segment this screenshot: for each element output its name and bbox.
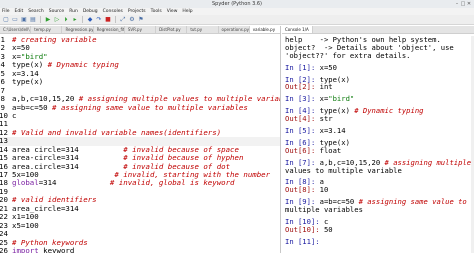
code-line[interactable]: 9 a=b=c=50 # assigning same value to mult…: [0, 102, 280, 112]
code-text: # Valid and invalid variable names(ident…: [12, 127, 222, 137]
editor-tab[interactable]: SVR.py: [125, 26, 157, 33]
console-banner-line: 'object??' for extra details.: [285, 50, 411, 60]
menu-item-source[interactable]: Source: [49, 8, 64, 15]
console-output-line: Out[2]: int: [285, 82, 333, 92]
code-line[interactable]: 26 import keyword: [0, 245, 280, 253]
code-text: global=314 # invalid, global is keyword: [12, 178, 235, 188]
editor-tab[interactable]: variable.py: [249, 26, 280, 33]
toolbar-separator: [82, 16, 83, 23]
run-cell-icon[interactable]: ▷: [53, 16, 61, 24]
code-text: type(x): [12, 77, 44, 87]
code-line[interactable]: 22x1=100: [0, 212, 280, 221]
menu-item-edit[interactable]: Edit: [15, 8, 24, 15]
editor-tab[interactable]: tut.py: [187, 26, 219, 33]
editor-tab[interactable]: operations.py: [219, 26, 250, 33]
menu-item-run[interactable]: Run: [69, 8, 78, 15]
code-text: a=b=c=50 # assigning same value to multi…: [12, 102, 248, 112]
menu-item-view[interactable]: View: [167, 8, 178, 15]
ipython-console-pane: Console 1/A help -> Python's own help sy…: [282, 26, 474, 253]
editor-tab[interactable]: temp.py: [31, 26, 63, 33]
code-line[interactable]: 1 # creating variable: [0, 35, 280, 44]
console-input-line: In [3]: x="bird": [285, 94, 355, 104]
code-line[interactable]: 23x5=100: [0, 220, 280, 230]
code-text: x5=100: [12, 220, 39, 230]
code-text: import keyword: [12, 245, 75, 253]
menu-item-file[interactable]: File: [2, 8, 10, 15]
run-cell-advance-icon[interactable]: ⏵: [62, 16, 70, 24]
open-folder-icon[interactable]: ▭: [11, 16, 19, 24]
console-input-line: In [5]: x=3.14: [285, 126, 346, 136]
save-icon[interactable]: ▣: [20, 16, 28, 24]
console-input-line: multiple variables: [285, 205, 363, 215]
console-tab[interactable]: Console 1/A: [282, 26, 313, 33]
menu-item-tools[interactable]: Tools: [151, 8, 162, 15]
code-text: c: [12, 110, 17, 120]
console-output-line: Out[4]: str: [285, 114, 333, 124]
run-icon[interactable]: ▶: [44, 16, 52, 24]
menu-item-search[interactable]: Search: [28, 8, 43, 15]
code-line[interactable]: 10c: [0, 110, 280, 120]
new-file-icon[interactable]: ▢: [2, 16, 10, 24]
editor-tab[interactable]: DistPlot.py: [156, 26, 188, 33]
menu-item-projects[interactable]: Projects: [128, 8, 146, 15]
console-tab-bar: Console 1/A: [282, 26, 474, 34]
title-bar: Spyder (Python 3.6) – □ ✕: [0, 0, 474, 8]
save-all-icon[interactable]: ▤: [29, 16, 37, 24]
menu-item-help[interactable]: Help: [182, 8, 192, 15]
code-line[interactable]: 12# Valid and invalid variable names(ide…: [0, 127, 280, 137]
console-input-line: values to multiple variable: [285, 165, 402, 175]
toolbar-separator: [40, 16, 41, 23]
menu-item-consoles[interactable]: Consoles: [103, 8, 123, 15]
console-input-line: In [1]: x=50: [285, 62, 337, 72]
code-line[interactable]: 18global=314 # invalid, global is keywor…: [0, 178, 280, 188]
python-path-icon[interactable]: ⚑: [137, 16, 145, 24]
editor-tab[interactable]: Regression_fit.py: [94, 26, 125, 33]
window-title: Spyder (Python 3.6): [212, 1, 262, 7]
line-number: 26: [0, 245, 8, 253]
console-input-line: In [11]:: [285, 236, 320, 246]
maximize-pane-icon[interactable]: ⤢: [119, 16, 127, 24]
console-output-line: Out[6]: float: [285, 145, 342, 155]
run-selection-icon[interactable]: ▸: [71, 16, 79, 24]
close-icon[interactable]: ✕: [466, 1, 472, 7]
editor-pane: C:\Users\dell\Desktop\Python\p...temp.py…: [0, 26, 281, 253]
console-output-line: Out[10]: 50: [285, 224, 333, 234]
code-line[interactable]: 6 type(x): [0, 77, 280, 87]
editor-tab[interactable]: Regression.py: [62, 26, 94, 33]
editor-tab[interactable]: C:\Users\dell\Desktop\Python\p...: [0, 26, 32, 33]
menu-bar: File Edit Search Source Run Debug Consoles Proj…: [0, 8, 474, 15]
editor-tab-bar: C:\Users\dell\Desktop\Python\p...temp.py…: [0, 26, 280, 34]
settings-icon[interactable]: ⚙: [128, 16, 136, 24]
stop-icon[interactable]: ■: [104, 16, 112, 24]
toolbar-separator: [115, 16, 116, 23]
step-icon[interactable]: ↷: [95, 16, 103, 24]
code-line[interactable]: 21area_circle=314: [0, 204, 280, 213]
menu-item-debug[interactable]: Debug: [83, 8, 98, 15]
debug-icon[interactable]: ◆: [86, 16, 94, 24]
console-output[interactable]: help -> Python's own help system. object?…: [285, 36, 473, 246]
console-output-line: Out[8]: 10: [285, 185, 329, 195]
toolbar: ▢ ▭ ▣ ▤ ▶ ▷ ⏵ ▸ ◆ ↷ ■ ⤢ ⚙ ⚑ C:\Users\del…: [0, 15, 474, 39]
code-area[interactable]: 1 # creating variable 2 x=50 3 x="bird" 4 type(…: [0, 35, 280, 253]
code-line[interactable]: 4 type(x) # Dynamic typing: [0, 60, 280, 69]
